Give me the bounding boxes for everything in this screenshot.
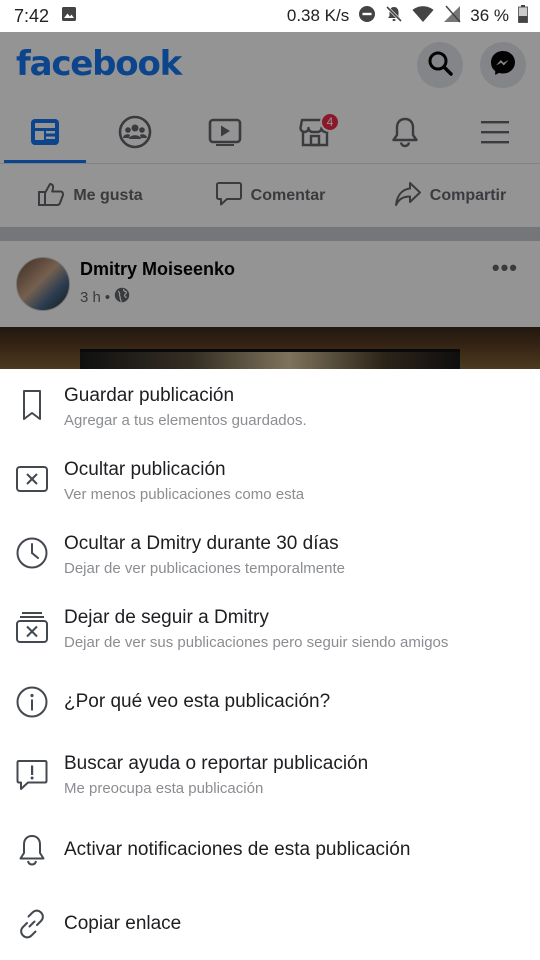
unfollow-option[interactable]: Dejar de seguir a Dmitry Dejar de ver su… — [0, 591, 540, 663]
why-see-post-option[interactable]: ¿Por qué veo esta publicación? — [0, 669, 540, 735]
modal-scrim[interactable] — [0, 32, 540, 372]
status-bar: 7:42 0.38 K/s 36 % — [0, 0, 540, 32]
turn-on-notifications-title: Activar notificaciones de esta publicaci… — [64, 839, 411, 860]
wifi-icon — [412, 5, 434, 28]
turn-on-notifications-option[interactable]: Activar notificaciones de esta publicaci… — [0, 817, 540, 883]
save-post-title: Guardar publicación — [64, 385, 235, 406]
snooze-title: Ocultar a Dmitry durante 30 días — [64, 533, 339, 554]
network-speed: 0.38 K/s — [286, 6, 350, 25]
save-post-option[interactable]: Guardar publicación Agregar a tus elemen… — [0, 369, 540, 441]
save-post-subtitle: Agregar a tus elementos guardados. — [64, 412, 307, 429]
clock-icon — [14, 535, 50, 571]
bookmark-icon — [14, 387, 50, 423]
unfollow-icon — [14, 609, 50, 645]
hide-post-title: Ocultar publicación — [64, 459, 226, 480]
snooze-subtitle: Dejar de ver publicaciones temporalmente — [64, 560, 345, 577]
why-see-post-title: ¿Por qué veo esta publicación? — [64, 691, 331, 712]
battery-icon — [518, 4, 528, 28]
status-time: 7:42 — [14, 5, 50, 26]
post-options-sheet: Guardar publicación Agregar a tus elemen… — [0, 369, 540, 960]
hide-post-option[interactable]: Ocultar publicación Ver menos publicacio… — [0, 443, 540, 515]
report-icon — [14, 757, 50, 793]
report-post-title: Buscar ayuda o reportar publicación — [64, 753, 369, 774]
copy-link-title: Copiar enlace — [64, 913, 182, 934]
bell-icon — [14, 832, 50, 868]
report-post-subtitle: Me preocupa esta publicación — [64, 780, 264, 797]
copy-link-option[interactable]: Copiar enlace — [0, 891, 540, 957]
unfollow-subtitle: Dejar de ver sus publicaciones pero segu… — [64, 634, 449, 651]
do-not-disturb-icon — [358, 5, 376, 28]
muted-bell-icon — [385, 5, 403, 28]
unfollow-title: Dejar de seguir a Dmitry — [64, 607, 269, 628]
snooze-option[interactable]: Ocultar a Dmitry durante 30 días Dejar d… — [0, 517, 540, 589]
link-icon — [14, 906, 50, 942]
signal-icon — [443, 5, 461, 28]
battery-percent: 36 % — [470, 6, 509, 25]
info-icon — [14, 684, 50, 720]
hide-post-subtitle: Ver menos publicaciones como esta — [64, 486, 305, 503]
report-post-option[interactable]: Buscar ayuda o reportar publicación Me p… — [0, 737, 540, 811]
gallery-notification-icon — [61, 6, 77, 27]
hide-x-icon — [14, 461, 50, 497]
